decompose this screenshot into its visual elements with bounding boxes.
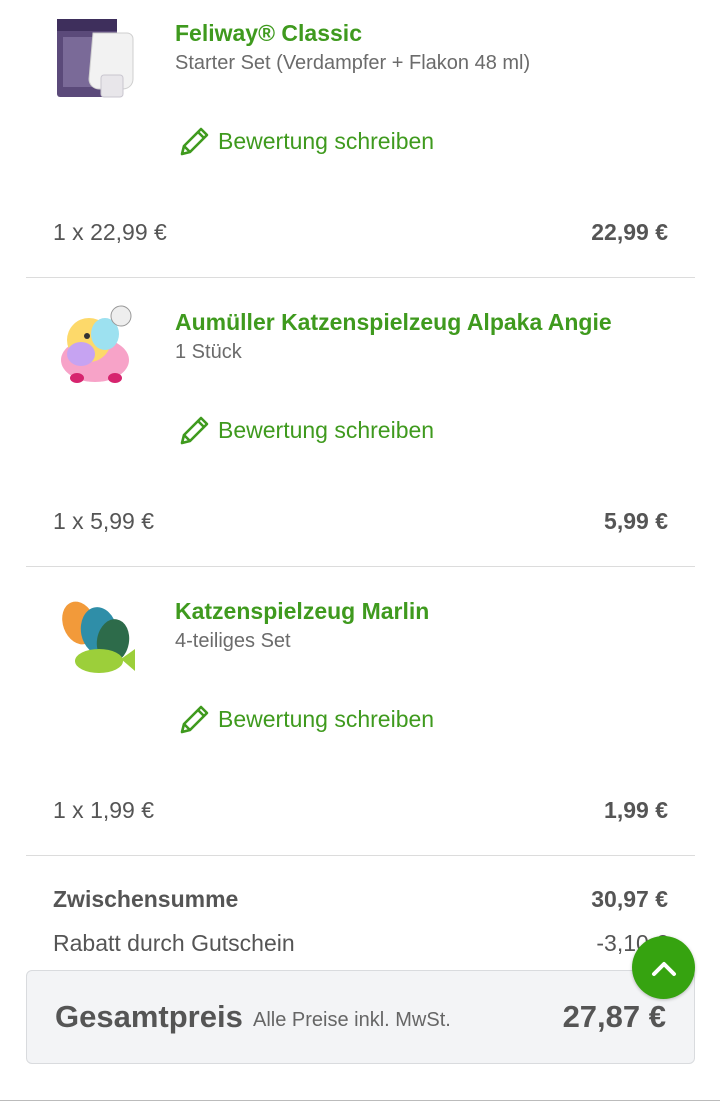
product-image-feliway[interactable] <box>53 15 139 101</box>
write-review-button[interactable]: Bewertung schreiben <box>178 413 434 447</box>
pencil-icon <box>180 127 209 156</box>
write-review-button[interactable]: Bewertung schreiben <box>178 702 434 736</box>
line-total: 22,99 € <box>591 219 668 245</box>
product-name[interactable]: Katzenspielzeug Marlin <box>175 598 429 625</box>
subtotal-row: Zwischensumme 30,97 € <box>53 886 668 913</box>
write-review-label: Bewertung schreiben <box>218 416 435 443</box>
product-image-alpaka[interactable] <box>53 304 139 390</box>
product-image-marlin[interactable] <box>53 593 139 679</box>
write-review-label: Bewertung schreiben <box>218 705 435 732</box>
product-name[interactable]: Aumüller Katzenspielzeug Alpaka Angie <box>175 309 612 336</box>
chevron-up-icon <box>651 961 676 976</box>
line-total: 5,99 € <box>604 508 668 534</box>
product-variant: 4-teiliges Set <box>175 630 291 652</box>
order-item: Katzenspielzeug Marlin 4-teiliges Set Be… <box>26 567 695 856</box>
quantity-price: 1 x 5,99 € <box>53 508 155 534</box>
quantity-price: 1 x 22,99 € <box>53 219 167 245</box>
order-item: Aumüller Katzenspielzeug Alpaka Angie 1 … <box>26 278 695 567</box>
write-review-label: Bewertung schreiben <box>218 127 435 154</box>
quantity-price: 1 x 1,99 € <box>53 797 155 823</box>
discount-label: Rabatt durch Gutschein <box>53 930 295 956</box>
subtotal-value: 30,97 € <box>591 886 668 912</box>
discount-row: Rabatt durch Gutschein -3,10 € <box>53 930 668 957</box>
vat-note: Alle Preise inkl. MwSt. <box>253 1009 451 1031</box>
total-value: 27,87 € <box>562 999 666 1034</box>
product-variant: 1 Stück <box>175 341 242 363</box>
subtotal-label: Zwischensumme <box>53 886 239 912</box>
divider <box>0 1100 720 1101</box>
scroll-to-top-button[interactable] <box>632 936 695 999</box>
write-review-button[interactable]: Bewertung schreiben <box>178 124 434 158</box>
pencil-icon <box>180 705 209 734</box>
total-label: Gesamtpreis <box>55 999 243 1034</box>
total-box: Gesamtpreis Alle Preise inkl. MwSt. 27,8… <box>26 970 695 1064</box>
product-variant: Starter Set (Verdampfer + Flakon 48 ml) <box>175 52 531 74</box>
pencil-icon <box>180 416 209 445</box>
line-total: 1,99 € <box>604 797 668 823</box>
divider <box>26 855 695 856</box>
order-item: Feliway® Classic Starter Set (Verdampfer… <box>26 0 695 278</box>
product-name[interactable]: Feliway® Classic <box>175 20 362 47</box>
